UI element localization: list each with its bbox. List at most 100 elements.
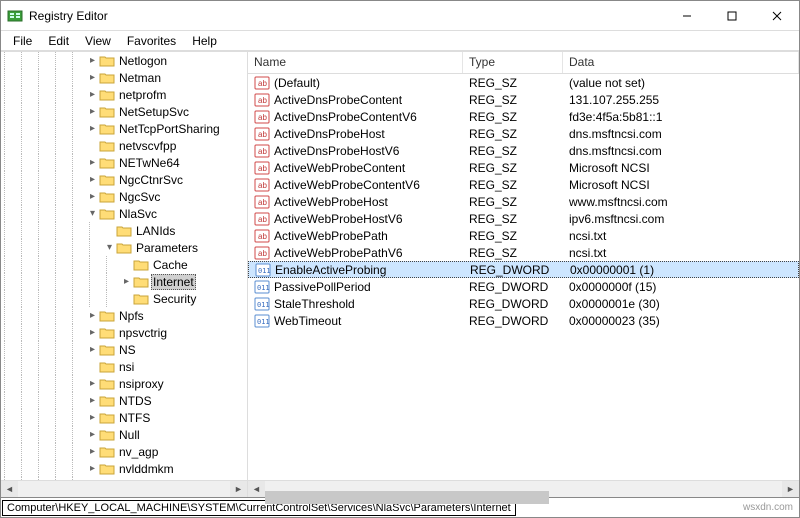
expander-icon[interactable]: ▸ bbox=[86, 72, 99, 83]
tree-item[interactable]: ▸NETwNe64 bbox=[1, 154, 247, 171]
list-row[interactable]: 011StaleThresholdREG_DWORD0x0000001e (30… bbox=[248, 295, 799, 312]
list-row[interactable]: abActiveDnsProbeHostV6REG_SZdns.msftncsi… bbox=[248, 142, 799, 159]
list-row[interactable]: abActiveWebProbePathREG_SZncsi.txt bbox=[248, 227, 799, 244]
expander-icon[interactable]: ▾ bbox=[86, 208, 99, 219]
value-icon: 011 bbox=[254, 279, 270, 295]
titlebar[interactable]: Registry Editor bbox=[1, 1, 799, 31]
expander-icon[interactable]: ▸ bbox=[86, 378, 99, 389]
list-row[interactable]: abActiveDnsProbeContentREG_SZ131.107.255… bbox=[248, 91, 799, 108]
tree-item[interactable]: ▾Parameters bbox=[1, 239, 247, 256]
column-header-name[interactable]: Name bbox=[248, 52, 463, 73]
value-name: PassivePollPeriod bbox=[274, 280, 371, 294]
svg-text:ab: ab bbox=[258, 198, 267, 207]
list-row[interactable]: abActiveWebProbeContentV6REG_SZMicrosoft… bbox=[248, 176, 799, 193]
list-row[interactable]: abActiveDnsProbeContentV6REG_SZfd3e:4f5a… bbox=[248, 108, 799, 125]
expander-icon[interactable] bbox=[86, 140, 99, 151]
tree-item[interactable]: ▸nv_agp bbox=[1, 443, 247, 460]
tree-item[interactable]: ▸NS bbox=[1, 341, 247, 358]
scroll-right-icon[interactable]: ► bbox=[782, 481, 799, 498]
expander-icon[interactable]: ▸ bbox=[86, 463, 99, 474]
tree-item[interactable]: ▸NetTcpPortSharing bbox=[1, 120, 247, 137]
tree-item[interactable]: ▸Netlogon bbox=[1, 52, 247, 69]
expander-icon[interactable] bbox=[120, 259, 133, 270]
menu-favorites[interactable]: Favorites bbox=[119, 32, 184, 50]
expander-icon[interactable]: ▸ bbox=[86, 412, 99, 423]
expander-icon[interactable]: ▸ bbox=[86, 429, 99, 440]
value-data: ncsi.txt bbox=[563, 246, 799, 260]
tree-item[interactable]: ▸NTDS bbox=[1, 392, 247, 409]
tree-item[interactable]: ▸NgcSvc bbox=[1, 188, 247, 205]
tree-item[interactable]: ▸Npfs bbox=[1, 307, 247, 324]
value-data: www.msftncsi.com bbox=[563, 195, 799, 209]
tree-item[interactable]: ▸nsiproxy bbox=[1, 375, 247, 392]
list-row[interactable]: abActiveWebProbeHostV6REG_SZipv6.msftncs… bbox=[248, 210, 799, 227]
expander-icon[interactable]: ▸ bbox=[86, 191, 99, 202]
expander-icon[interactable]: ▸ bbox=[86, 89, 99, 100]
tree-item[interactable]: ▸NgcCtnrSvc bbox=[1, 171, 247, 188]
value-icon: 011 bbox=[254, 313, 270, 329]
expander-icon[interactable] bbox=[86, 361, 99, 372]
expander-icon[interactable]: ▸ bbox=[86, 446, 99, 457]
menu-help[interactable]: Help bbox=[184, 32, 225, 50]
expander-icon[interactable]: ▸ bbox=[86, 327, 99, 338]
tree-item[interactable]: ▸netprofm bbox=[1, 86, 247, 103]
tree-item[interactable]: ▾NlaSvc bbox=[1, 205, 247, 222]
menu-view[interactable]: View bbox=[77, 32, 119, 50]
tree-item[interactable]: ▸Netman bbox=[1, 69, 247, 86]
expander-icon[interactable]: ▸ bbox=[86, 344, 99, 355]
expander-icon[interactable]: ▸ bbox=[86, 174, 99, 185]
expander-icon[interactable]: ▸ bbox=[86, 123, 99, 134]
list-row[interactable]: abActiveWebProbeContentREG_SZMicrosoft N… bbox=[248, 159, 799, 176]
svg-text:ab: ab bbox=[258, 215, 267, 224]
tree-item[interactable]: ▸npsvctrig bbox=[1, 324, 247, 341]
minimize-button[interactable] bbox=[664, 1, 709, 30]
column-header-type[interactable]: Type bbox=[463, 52, 563, 73]
folder-icon bbox=[99, 156, 115, 169]
folder-icon bbox=[116, 241, 132, 254]
expander-icon[interactable]: ▸ bbox=[86, 310, 99, 321]
value-name: ActiveDnsProbeContent bbox=[274, 93, 402, 107]
tree-item[interactable]: netvscvfpp bbox=[1, 137, 247, 154]
tree-item[interactable]: ▸NTFS bbox=[1, 409, 247, 426]
list-row[interactable]: 011EnableActiveProbingREG_DWORD0x0000000… bbox=[248, 261, 799, 278]
tree-item[interactable]: ▸nvlddmkm bbox=[1, 460, 247, 477]
column-header-data[interactable]: Data bbox=[563, 52, 799, 73]
tree-item[interactable]: LANIds bbox=[1, 222, 247, 239]
list-horizontal-scrollbar[interactable]: ◄ ► bbox=[248, 480, 799, 497]
expander-icon[interactable]: ▾ bbox=[103, 242, 116, 253]
tree-item[interactable]: Cache bbox=[1, 256, 247, 273]
folder-icon bbox=[99, 139, 115, 152]
folder-icon bbox=[99, 54, 115, 67]
scroll-left-icon[interactable]: ◄ bbox=[248, 481, 265, 498]
tree-horizontal-scrollbar[interactable]: ◄ ► bbox=[1, 480, 247, 497]
list-row[interactable]: 011PassivePollPeriodREG_DWORD0x0000000f … bbox=[248, 278, 799, 295]
svg-text:ab: ab bbox=[258, 164, 267, 173]
tree-item[interactable]: nsi bbox=[1, 358, 247, 375]
list-row[interactable]: abActiveWebProbeHostREG_SZwww.msftncsi.c… bbox=[248, 193, 799, 210]
scroll-thumb[interactable] bbox=[265, 491, 549, 504]
list-view[interactable]: ab(Default)REG_SZ(value not set)abActive… bbox=[248, 74, 799, 480]
tree-item[interactable]: ▸Internet bbox=[1, 273, 247, 290]
expander-icon[interactable]: ▸ bbox=[86, 55, 99, 66]
list-row[interactable]: ab(Default)REG_SZ(value not set) bbox=[248, 74, 799, 91]
expander-icon[interactable] bbox=[103, 225, 116, 236]
tree-item[interactable]: Security bbox=[1, 290, 247, 307]
expander-icon[interactable] bbox=[120, 293, 133, 304]
maximize-button[interactable] bbox=[709, 1, 754, 30]
list-row[interactable]: 011WebTimeoutREG_DWORD0x00000023 (35) bbox=[248, 312, 799, 329]
expander-icon[interactable]: ▸ bbox=[86, 106, 99, 117]
tree-view[interactable]: ▸Netlogon▸Netman▸netprofm▸NetSetupSvc▸Ne… bbox=[1, 52, 247, 480]
tree-item[interactable]: ▸Null bbox=[1, 426, 247, 443]
folder-icon bbox=[99, 411, 115, 424]
list-row[interactable]: abActiveDnsProbeHostREG_SZdns.msftncsi.c… bbox=[248, 125, 799, 142]
scroll-left-icon[interactable]: ◄ bbox=[1, 481, 18, 498]
list-row[interactable]: abActiveWebProbePathV6REG_SZncsi.txt bbox=[248, 244, 799, 261]
menu-edit[interactable]: Edit bbox=[40, 32, 77, 50]
close-button[interactable] bbox=[754, 1, 799, 30]
expander-icon[interactable]: ▸ bbox=[120, 276, 133, 287]
scroll-right-icon[interactable]: ► bbox=[230, 481, 247, 498]
expander-icon[interactable]: ▸ bbox=[86, 157, 99, 168]
expander-icon[interactable]: ▸ bbox=[86, 395, 99, 406]
menu-file[interactable]: File bbox=[5, 32, 40, 50]
tree-item[interactable]: ▸NetSetupSvc bbox=[1, 103, 247, 120]
